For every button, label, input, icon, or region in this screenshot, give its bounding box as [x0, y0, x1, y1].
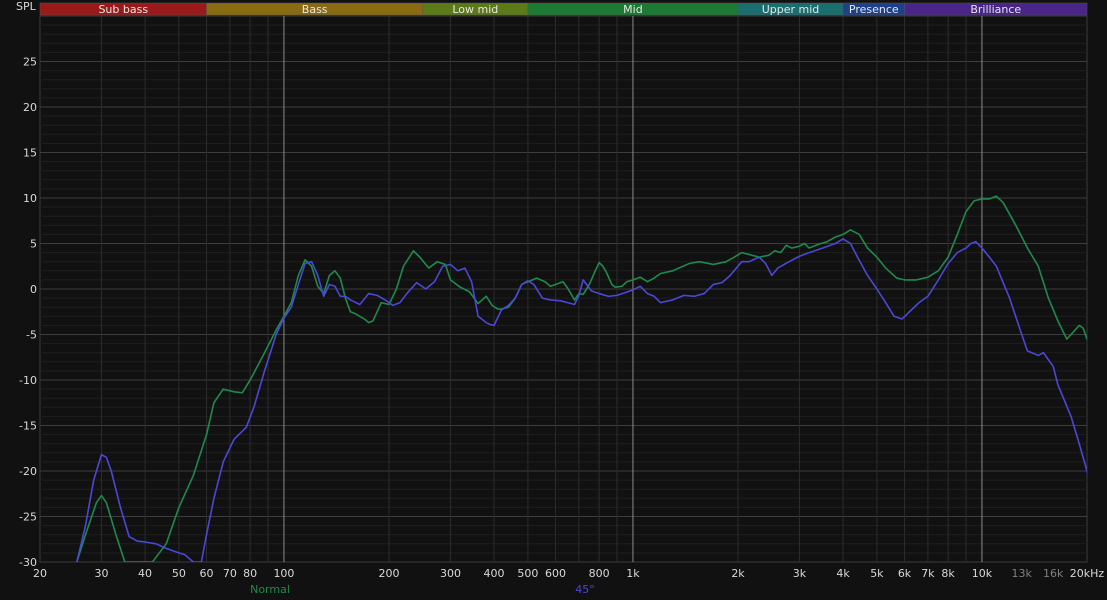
x-tick-label: 16k: [1043, 567, 1064, 580]
x-tick-label: 80: [243, 567, 257, 580]
x-tick-label: 6k: [898, 567, 912, 580]
y-tick-label: 10: [23, 192, 37, 205]
x-tick-label: 300: [440, 567, 461, 580]
y-tick-label: -10: [19, 374, 37, 387]
x-tick-label: 7k: [921, 567, 935, 580]
grid: [39, 15, 1088, 563]
x-tick-label: 3k: [793, 567, 807, 580]
frequency-response-chart: Sub bass Bass Low mid Mid Upper mid Presence B…: [0, 0, 1107, 600]
y-tick-label: 25: [23, 56, 37, 69]
x-tick-label: 4k: [836, 567, 850, 580]
x-tick-label: 10k: [972, 567, 993, 580]
x-tick-label: 8k: [941, 567, 955, 580]
x-tick-label: 20kHz: [1070, 567, 1105, 580]
x-tick-label: 40: [138, 567, 152, 580]
x-tick-label: 2k: [731, 567, 745, 580]
x-tick-label: 800: [589, 567, 610, 580]
x-tick-label: 5k: [870, 567, 884, 580]
y-tick-label: -20: [19, 465, 37, 478]
x-tick-label: 13k: [1012, 567, 1033, 580]
legend-entry: 45°: [575, 583, 595, 596]
y-tick-label: 20: [23, 101, 37, 114]
y-tick-label: 15: [23, 147, 37, 160]
x-tick-label: 500: [517, 567, 538, 580]
x-tick-label: 200: [379, 567, 400, 580]
y-axis-label: SPL: [16, 0, 37, 13]
band-label: Sub bass: [98, 3, 148, 16]
band-label: Mid: [623, 3, 643, 16]
y-tick-label: 5: [30, 238, 37, 251]
x-tick-label: 100: [273, 567, 294, 580]
band-label: Upper mid: [762, 3, 820, 16]
y-tick-label: -5: [26, 329, 37, 342]
x-tick-label: 1k: [626, 567, 640, 580]
legend-entry: Normal: [250, 583, 290, 596]
x-tick-label: 50: [172, 567, 186, 580]
y-tick-label: -15: [19, 420, 37, 433]
x-tick-label: 600: [545, 567, 566, 580]
y-tick-label: -25: [19, 511, 37, 524]
x-tick-label: 70: [223, 567, 237, 580]
frequency-bands: Sub bass Bass Low mid Mid Upper mid Presence B…: [39, 2, 1088, 16]
band-label: Brilliance: [970, 3, 1021, 16]
x-tick-label: 400: [484, 567, 505, 580]
x-tick-label: 20: [33, 567, 47, 580]
band-label: Bass: [302, 3, 328, 16]
x-tick-label: 30: [94, 567, 108, 580]
band-label: Presence: [849, 3, 899, 16]
band-label: Low mid: [452, 3, 498, 16]
x-tick-label: 60: [200, 567, 214, 580]
y-tick-label: 0: [30, 283, 37, 296]
